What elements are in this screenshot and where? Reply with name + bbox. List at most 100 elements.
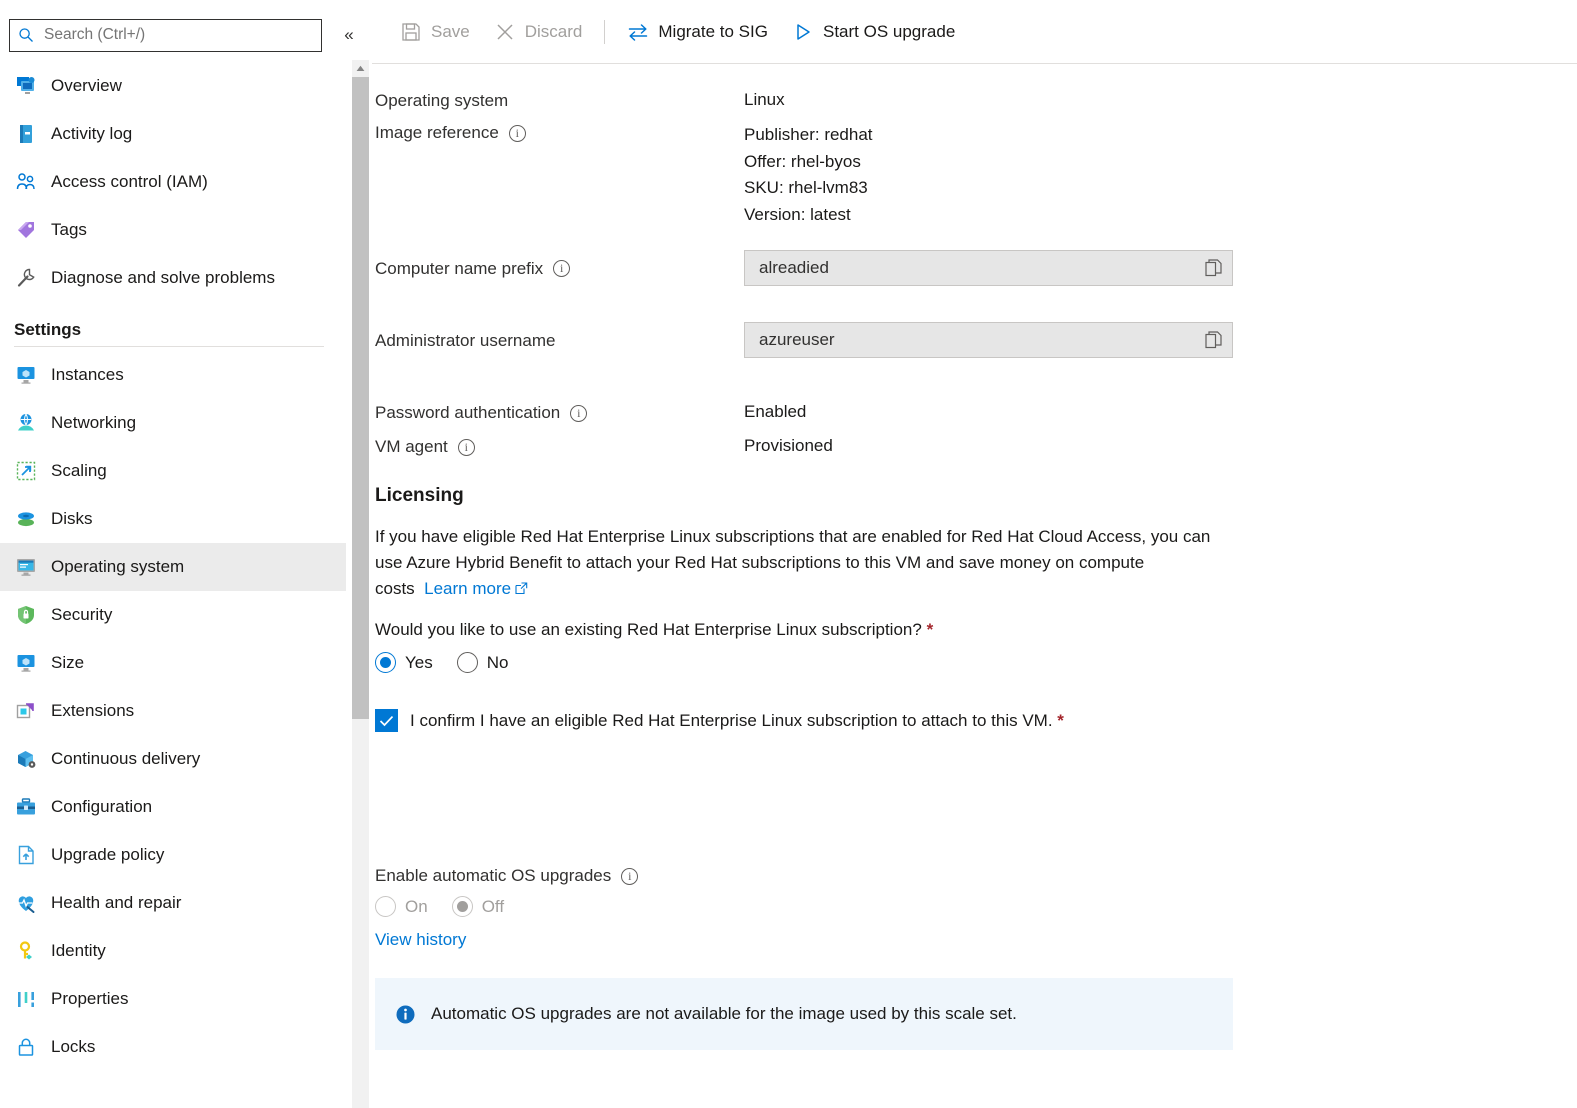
- computer-name-prefix-field[interactable]: [744, 250, 1233, 286]
- info-icon[interactable]: i: [553, 260, 571, 277]
- sidebar-item-diagnose-and-solve-problems[interactable]: Diagnose and solve problems: [0, 254, 346, 302]
- sidebar-item-label: Identity: [51, 941, 106, 960]
- subscription-question: Would you like to use an existing Red Ha…: [375, 617, 1230, 643]
- scroll-up-arrow-icon[interactable]: [352, 60, 369, 77]
- required-marker: *: [926, 620, 934, 639]
- sidebar-item-operating-system[interactable]: Operating system: [0, 543, 346, 591]
- search-box[interactable]: [9, 18, 322, 52]
- extensions-icon: [14, 699, 38, 723]
- properties-icon: [14, 987, 38, 1011]
- sidebar-search-row: «: [0, 0, 372, 56]
- sidebar-scrollbar-thumb[interactable]: [352, 77, 369, 719]
- sidebar-item-label: Networking: [51, 413, 137, 432]
- configuration-icon: [14, 795, 38, 819]
- enable-automatic-os-upgrades-label: Enable automatic OS upgrades i: [375, 865, 1577, 886]
- administrator-username-label: Administrator username: [375, 330, 556, 350]
- sidebar-item-tags[interactable]: Tags: [0, 206, 346, 254]
- sidebar-scrollbar[interactable]: [352, 60, 369, 1108]
- confirm-subscription-row: I confirm I have an eligible Red Hat Ent…: [375, 709, 1577, 732]
- upgrade-policy-icon: [14, 843, 38, 867]
- sidebar-item-label: Size: [51, 653, 85, 672]
- image-reference-value: Publisher: redhat Offer: rhel-byos SKU: …: [744, 122, 873, 228]
- sidebar-item-extensions[interactable]: Extensions: [0, 687, 346, 735]
- sidebar-item-label: Disks: [51, 509, 93, 528]
- save-label: Save: [431, 21, 470, 41]
- sidebar-item-identity[interactable]: Identity: [0, 927, 346, 975]
- image-reference-sku: SKU: rhel-lvm83: [744, 178, 868, 197]
- info-icon[interactable]: i: [508, 124, 526, 142]
- search-icon: [18, 27, 34, 43]
- confirm-subscription-checkbox[interactable]: [375, 709, 398, 732]
- info-icon[interactable]: i: [570, 404, 588, 422]
- sidebar-item-disks[interactable]: Disks: [0, 495, 346, 543]
- auto-upgrade-off-radio[interactable]: Off: [451, 896, 505, 917]
- auto-upgrade-info-banner: Automatic OS upgrades are not available …: [375, 978, 1233, 1050]
- size-icon: [14, 651, 38, 675]
- subscription-no-radio[interactable]: No: [456, 652, 509, 673]
- sidebar-item-locks[interactable]: Locks: [0, 1023, 346, 1071]
- sidebar-item-continuous-delivery[interactable]: Continuous delivery: [0, 735, 346, 783]
- radio-dot-icon: [456, 652, 478, 673]
- sidebar-item-instances[interactable]: Instances: [0, 351, 346, 399]
- copy-icon[interactable]: [1205, 331, 1222, 349]
- sidebar-item-networking[interactable]: Networking: [0, 399, 346, 447]
- sidebar-section-settings: Settings: [14, 320, 82, 339]
- image-reference-offer: Offer: rhel-byos: [744, 151, 861, 171]
- view-history-link[interactable]: View history: [375, 930, 466, 949]
- auto-upgrade-banner-text: Automatic OS upgrades are not available …: [431, 1004, 1017, 1023]
- administrator-username-field[interactable]: [744, 322, 1233, 358]
- sidebar-item-label: Properties: [51, 989, 129, 1008]
- subscription-yes-label: Yes: [405, 652, 433, 672]
- computer-name-prefix-input[interactable]: [757, 257, 1187, 279]
- instances-icon: [14, 363, 38, 387]
- radio-dot-icon: [375, 896, 396, 917]
- search-input[interactable]: [42, 25, 313, 45]
- learn-more-link[interactable]: Learn more: [424, 579, 528, 598]
- confirm-subscription-label: I confirm I have an eligible Red Hat Ent…: [410, 711, 1064, 731]
- sidebar-item-health-and-repair[interactable]: Health and repair: [0, 879, 346, 927]
- migrate-to-sig-button[interactable]: Migrate to SIG: [615, 12, 780, 52]
- toolbar-divider: [604, 19, 606, 44]
- sidebar-item-activity-log[interactable]: Activity log: [0, 110, 346, 158]
- sidebar-item-size[interactable]: Size: [0, 639, 346, 687]
- subscription-no-label: No: [486, 652, 509, 672]
- subscription-yes-radio[interactable]: Yes: [375, 652, 433, 673]
- sidebar-item-label: Extensions: [51, 701, 135, 720]
- vm-agent-value: Provisioned: [744, 436, 833, 455]
- play-icon: [792, 21, 814, 43]
- start-os-upgrade-button[interactable]: Start OS upgrade: [780, 12, 967, 52]
- sidebar-item-label: Overview: [51, 76, 122, 95]
- sidebar-item-label: Diagnose and solve problems: [51, 268, 275, 287]
- confirm-subscription-text: I confirm I have an eligible Red Hat Ent…: [410, 710, 1053, 730]
- sidebar-item-label: Access control (IAM): [51, 172, 208, 191]
- auto-upgrade-on-radio[interactable]: On: [375, 896, 428, 917]
- info-circle-icon: [395, 1004, 417, 1025]
- image-reference-label: Image reference i: [375, 122, 744, 143]
- sidebar-item-upgrade-policy[interactable]: Upgrade policy: [0, 831, 346, 879]
- health-and-repair-icon: [14, 891, 38, 915]
- administrator-username-input[interactable]: [757, 329, 1187, 351]
- discard-button[interactable]: Discard: [482, 12, 595, 52]
- sidebar-item-properties[interactable]: Properties: [0, 975, 346, 1023]
- auto-upgrade-off-label: Off: [481, 896, 505, 916]
- sidebar-item-security[interactable]: Security: [0, 591, 346, 639]
- access-control-icon: [14, 170, 38, 194]
- diagnose-icon: [14, 266, 38, 290]
- sidebar-item-scaling[interactable]: Scaling: [0, 447, 346, 495]
- collapse-sidebar-button[interactable]: «: [335, 21, 363, 49]
- auto-upgrade-radio-group: On Off: [375, 896, 1577, 917]
- licensing-heading: Licensing: [375, 485, 464, 506]
- sidebar-item-label: Continuous delivery: [51, 749, 201, 768]
- sidebar-item-access-control[interactable]: Access control (IAM): [0, 158, 346, 206]
- security-icon: [14, 603, 38, 627]
- save-button[interactable]: Save: [388, 12, 482, 52]
- migrate-icon: [627, 21, 649, 43]
- sidebar-item-configuration[interactable]: Configuration: [0, 783, 346, 831]
- radio-dot-icon: [375, 652, 396, 673]
- copy-icon[interactable]: [1205, 259, 1222, 277]
- start-os-upgrade-label: Start OS upgrade: [822, 21, 956, 41]
- identity-icon: [14, 939, 38, 963]
- sidebar-item-overview[interactable]: Overview: [0, 62, 346, 110]
- info-icon[interactable]: i: [457, 438, 475, 456]
- info-icon[interactable]: i: [621, 867, 639, 885]
